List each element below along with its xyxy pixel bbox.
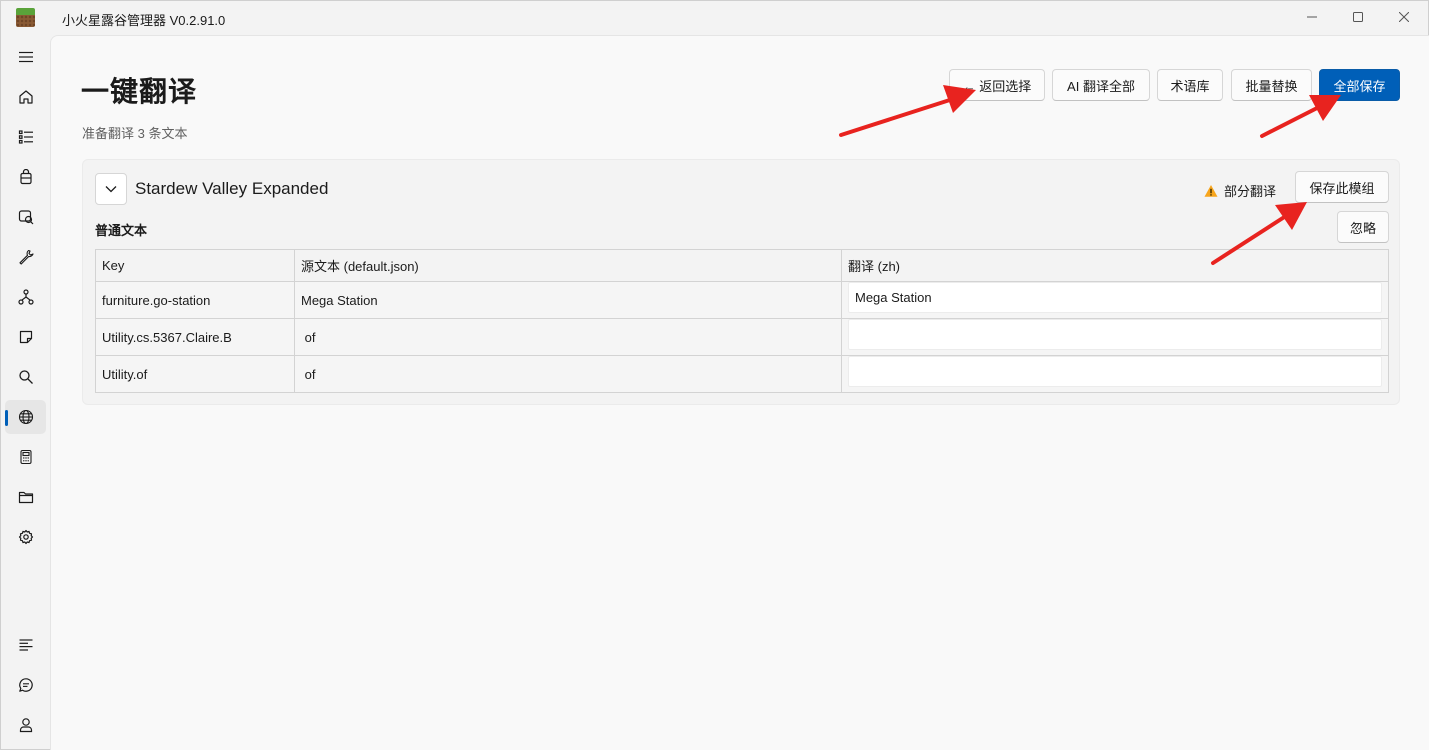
search-icon — [18, 370, 33, 384]
user-icon — [19, 718, 32, 733]
translation-status: 部分翻译 — [1204, 181, 1276, 200]
nav-item-tools[interactable] — [5, 240, 46, 274]
save-all-button[interactable]: 全部保存 — [1319, 69, 1400, 101]
cell-source: of — [294, 355, 842, 393]
bag-icon — [19, 169, 32, 185]
nav-item-calculator[interactable] — [5, 440, 46, 474]
translation-input[interactable]: Mega Station — [848, 281, 1382, 313]
column-header-key: Key — [95, 249, 295, 282]
cell-key: Utility.of — [95, 355, 295, 393]
page-title: 一键翻译 — [81, 76, 198, 107]
expand-toggle-button[interactable] — [95, 173, 127, 205]
maximize-icon — [1353, 12, 1363, 22]
save-mod-button[interactable]: 保存此模组 — [1295, 171, 1389, 203]
cell-translation: Mega Station — [841, 281, 1389, 319]
list-icon — [18, 130, 33, 144]
cell-key: Utility.cs.5367.Claire.B — [95, 318, 295, 356]
column-header-source: 源文本 (default.json) — [294, 249, 842, 282]
glossary-button[interactable]: 术语库 — [1157, 69, 1223, 101]
hierarchy-icon — [17, 289, 34, 305]
hamburger-icon — [18, 51, 33, 63]
chevron-down-icon — [105, 186, 117, 193]
nav-item-translate[interactable] — [5, 400, 46, 434]
app-window: 小火星露谷管理器 V0.2.91.0 一键翻译 准备翻译 3 条文本 ← 返回选… — [0, 0, 1429, 750]
nav-item-list[interactable] — [5, 120, 46, 154]
nav-item-log[interactable] — [5, 628, 46, 662]
chat-icon — [18, 678, 33, 692]
nav-menu-toggle[interactable] — [5, 40, 46, 74]
nav-item-home[interactable] — [5, 80, 46, 114]
calculator-icon — [19, 449, 32, 465]
app-logo-icon — [16, 8, 35, 27]
wrench-icon — [18, 249, 34, 265]
minimize-button[interactable] — [1289, 1, 1335, 33]
page-subtitle: 准备翻译 3 条文本 — [82, 126, 188, 141]
title-bar: 小火星露谷管理器 V0.2.91.0 — [1, 1, 1428, 35]
minimize-icon — [1307, 16, 1317, 18]
close-icon — [1399, 12, 1409, 22]
translation-input[interactable] — [848, 355, 1382, 387]
column-header-translation: 翻译 (zh) — [841, 249, 1389, 282]
nav-item-settings[interactable] — [5, 520, 46, 554]
nav-item-note[interactable] — [5, 320, 46, 354]
home-icon — [18, 90, 33, 104]
back-button[interactable]: ← 返回选择 — [949, 69, 1045, 101]
translation-input[interactable] — [848, 318, 1382, 350]
status-text: 部分翻译 — [1224, 184, 1277, 199]
ai-translate-all-button[interactable]: AI 翻译全部 — [1052, 69, 1150, 101]
nav-item-image-search[interactable] — [5, 200, 46, 234]
batch-replace-button[interactable]: 批量替换 — [1231, 69, 1312, 101]
cell-translation — [841, 318, 1389, 356]
cell-source: of — [294, 318, 842, 356]
lines-icon — [19, 639, 32, 651]
image-search-icon — [18, 210, 33, 225]
warning-icon — [1204, 184, 1218, 197]
cell-source: Mega Station — [294, 281, 842, 319]
nav-item-search[interactable] — [5, 360, 46, 394]
nav-item-bag[interactable] — [5, 160, 46, 194]
mod-title: Stardew Valley Expanded — [135, 179, 329, 198]
translation-table: Key 源文本 (default.json) 翻译 (zh) furniture… — [95, 249, 1389, 393]
gear-icon — [18, 529, 33, 545]
nav-item-account[interactable] — [5, 708, 46, 742]
close-button[interactable] — [1381, 1, 1427, 33]
nav-item-folder[interactable] — [5, 480, 46, 514]
note-icon — [19, 330, 32, 344]
mod-group-card: Stardew Valley Expanded 部分翻译 保存此模组 忽略 普通… — [82, 159, 1400, 405]
table-header-row: Key 源文本 (default.json) 翻译 (zh) — [95, 249, 1389, 282]
table-row: Utility.cs.5367.Claire.B of — [95, 318, 1389, 356]
main-content: 一键翻译 准备翻译 3 条文本 ← 返回选择 AI 翻译全部 术语库 批量替换 … — [50, 35, 1429, 750]
window-title: 小火星露谷管理器 V0.2.91.0 — [62, 13, 226, 28]
table-row: Utility.of of — [95, 355, 1389, 393]
ignore-button[interactable]: 忽略 — [1337, 211, 1389, 243]
folder-icon — [18, 491, 33, 504]
globe-icon — [18, 409, 33, 425]
nav-item-feedback[interactable] — [5, 668, 46, 702]
cell-translation — [841, 355, 1389, 393]
cell-key: furniture.go-station — [95, 281, 295, 319]
table-row: furniture.go-station Mega Station Mega S… — [95, 281, 1389, 319]
navigation-sidebar — [1, 35, 50, 750]
section-title: 普通文本 — [95, 223, 148, 238]
maximize-button[interactable] — [1335, 1, 1381, 33]
nav-item-hierarchy[interactable] — [5, 280, 46, 314]
